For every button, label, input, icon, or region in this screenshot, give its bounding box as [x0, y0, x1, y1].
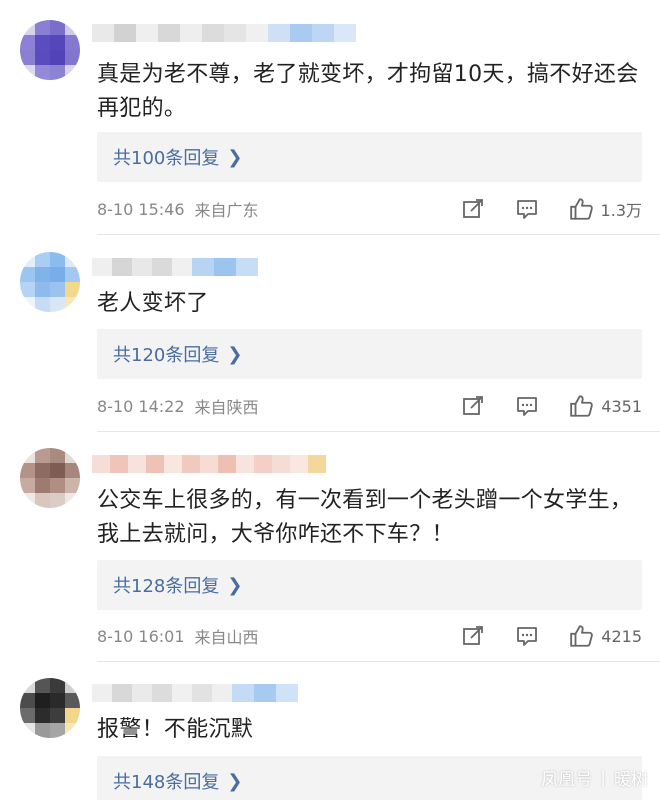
chevron-right-icon: ❯ — [227, 574, 243, 596]
watermark-separator: | — [600, 767, 606, 788]
username-blurred[interactable] — [92, 258, 258, 276]
share-edit-icon[interactable] — [461, 394, 485, 418]
like-button[interactable]: 4351 — [569, 393, 642, 419]
chevron-right-icon: ❯ — [227, 770, 243, 792]
username-blurred[interactable] — [92, 24, 356, 42]
comment-actions: 1.3万 — [431, 195, 642, 223]
like-button[interactable]: 4215 — [569, 623, 642, 649]
comment-meta: 8-10 15:46 来自广东 1.3万 — [97, 195, 642, 223]
divider — [97, 661, 660, 662]
comment-location: 来自山西 — [194, 628, 259, 647]
username-blurred[interactable] — [92, 684, 298, 702]
replies-count-label: 共120条回复 — [113, 345, 220, 366]
view-replies-button[interactable]: 共120条回复 ❯ — [97, 329, 642, 379]
replies-count-label: 共128条回复 — [113, 576, 220, 597]
avatar[interactable] — [20, 448, 80, 508]
divider — [97, 234, 660, 235]
like-count: 4351 — [601, 396, 642, 416]
divider — [97, 431, 660, 432]
like-button[interactable]: 1.3万 — [569, 196, 642, 222]
comment-meta: 8-10 14:22 来自陕西 4351 — [97, 392, 642, 420]
view-replies-button[interactable]: 共100条回复 ❯ — [97, 132, 642, 182]
comment-date: 8-10 15:46 — [97, 199, 185, 219]
comment-location: 来自陕西 — [194, 398, 259, 417]
comment-icon[interactable] — [515, 394, 539, 418]
chevron-right-icon: ❯ — [227, 146, 243, 168]
comment-icon[interactable] — [515, 624, 539, 648]
share-edit-icon[interactable] — [461, 197, 485, 221]
comment-meta: 8-10 16:01 来自山西 4215 — [97, 622, 642, 650]
comment-feed: 真是为老不尊，老了就变坏，才拘留10天，搞不好还会再犯的。 共100条回复 ❯ … — [0, 0, 660, 800]
username-blurred[interactable] — [92, 455, 326, 473]
thumbs-up-icon — [570, 395, 594, 417]
thumbs-up-icon — [570, 625, 594, 647]
avatar[interactable] — [20, 20, 80, 80]
comment-actions: 4215 — [431, 622, 642, 650]
watermark-author: 暖树 — [614, 770, 648, 790]
avatar[interactable] — [20, 252, 80, 312]
replies-count-label: 共148条回复 — [113, 772, 220, 793]
view-replies-button[interactable]: 共128条回复 ❯ — [97, 560, 642, 610]
comment-text: 报警！不能沉默 — [97, 717, 254, 742]
watermark-source: 凤凰号 — [541, 770, 593, 790]
comment-actions: 4351 — [431, 392, 642, 420]
comment-text: 公交车上很多的，有一次看到一个老头蹭一个女学生，我上去就问，大爷你咋还不下车？！ — [97, 488, 633, 547]
comment-icon[interactable] — [515, 197, 539, 221]
avatar[interactable] — [20, 678, 80, 738]
comment-location: 来自广东 — [194, 201, 259, 220]
comment-text: 老人变坏了 — [97, 291, 209, 316]
comment-date: 8-10 14:22 — [97, 396, 185, 416]
replies-count-label: 共100条回复 — [113, 148, 220, 169]
like-count: 4215 — [601, 626, 642, 646]
comment-date: 8-10 16:01 — [97, 626, 185, 646]
watermark: 凤凰号 | 暖树 — [541, 765, 648, 791]
thumbs-up-icon — [569, 198, 593, 220]
share-edit-icon[interactable] — [461, 624, 485, 648]
comment-text: 真是为老不尊，老了就变坏，才拘留10天，搞不好还会再犯的。 — [97, 62, 639, 121]
chevron-right-icon: ❯ — [227, 343, 243, 365]
like-count: 1.3万 — [600, 201, 642, 220]
